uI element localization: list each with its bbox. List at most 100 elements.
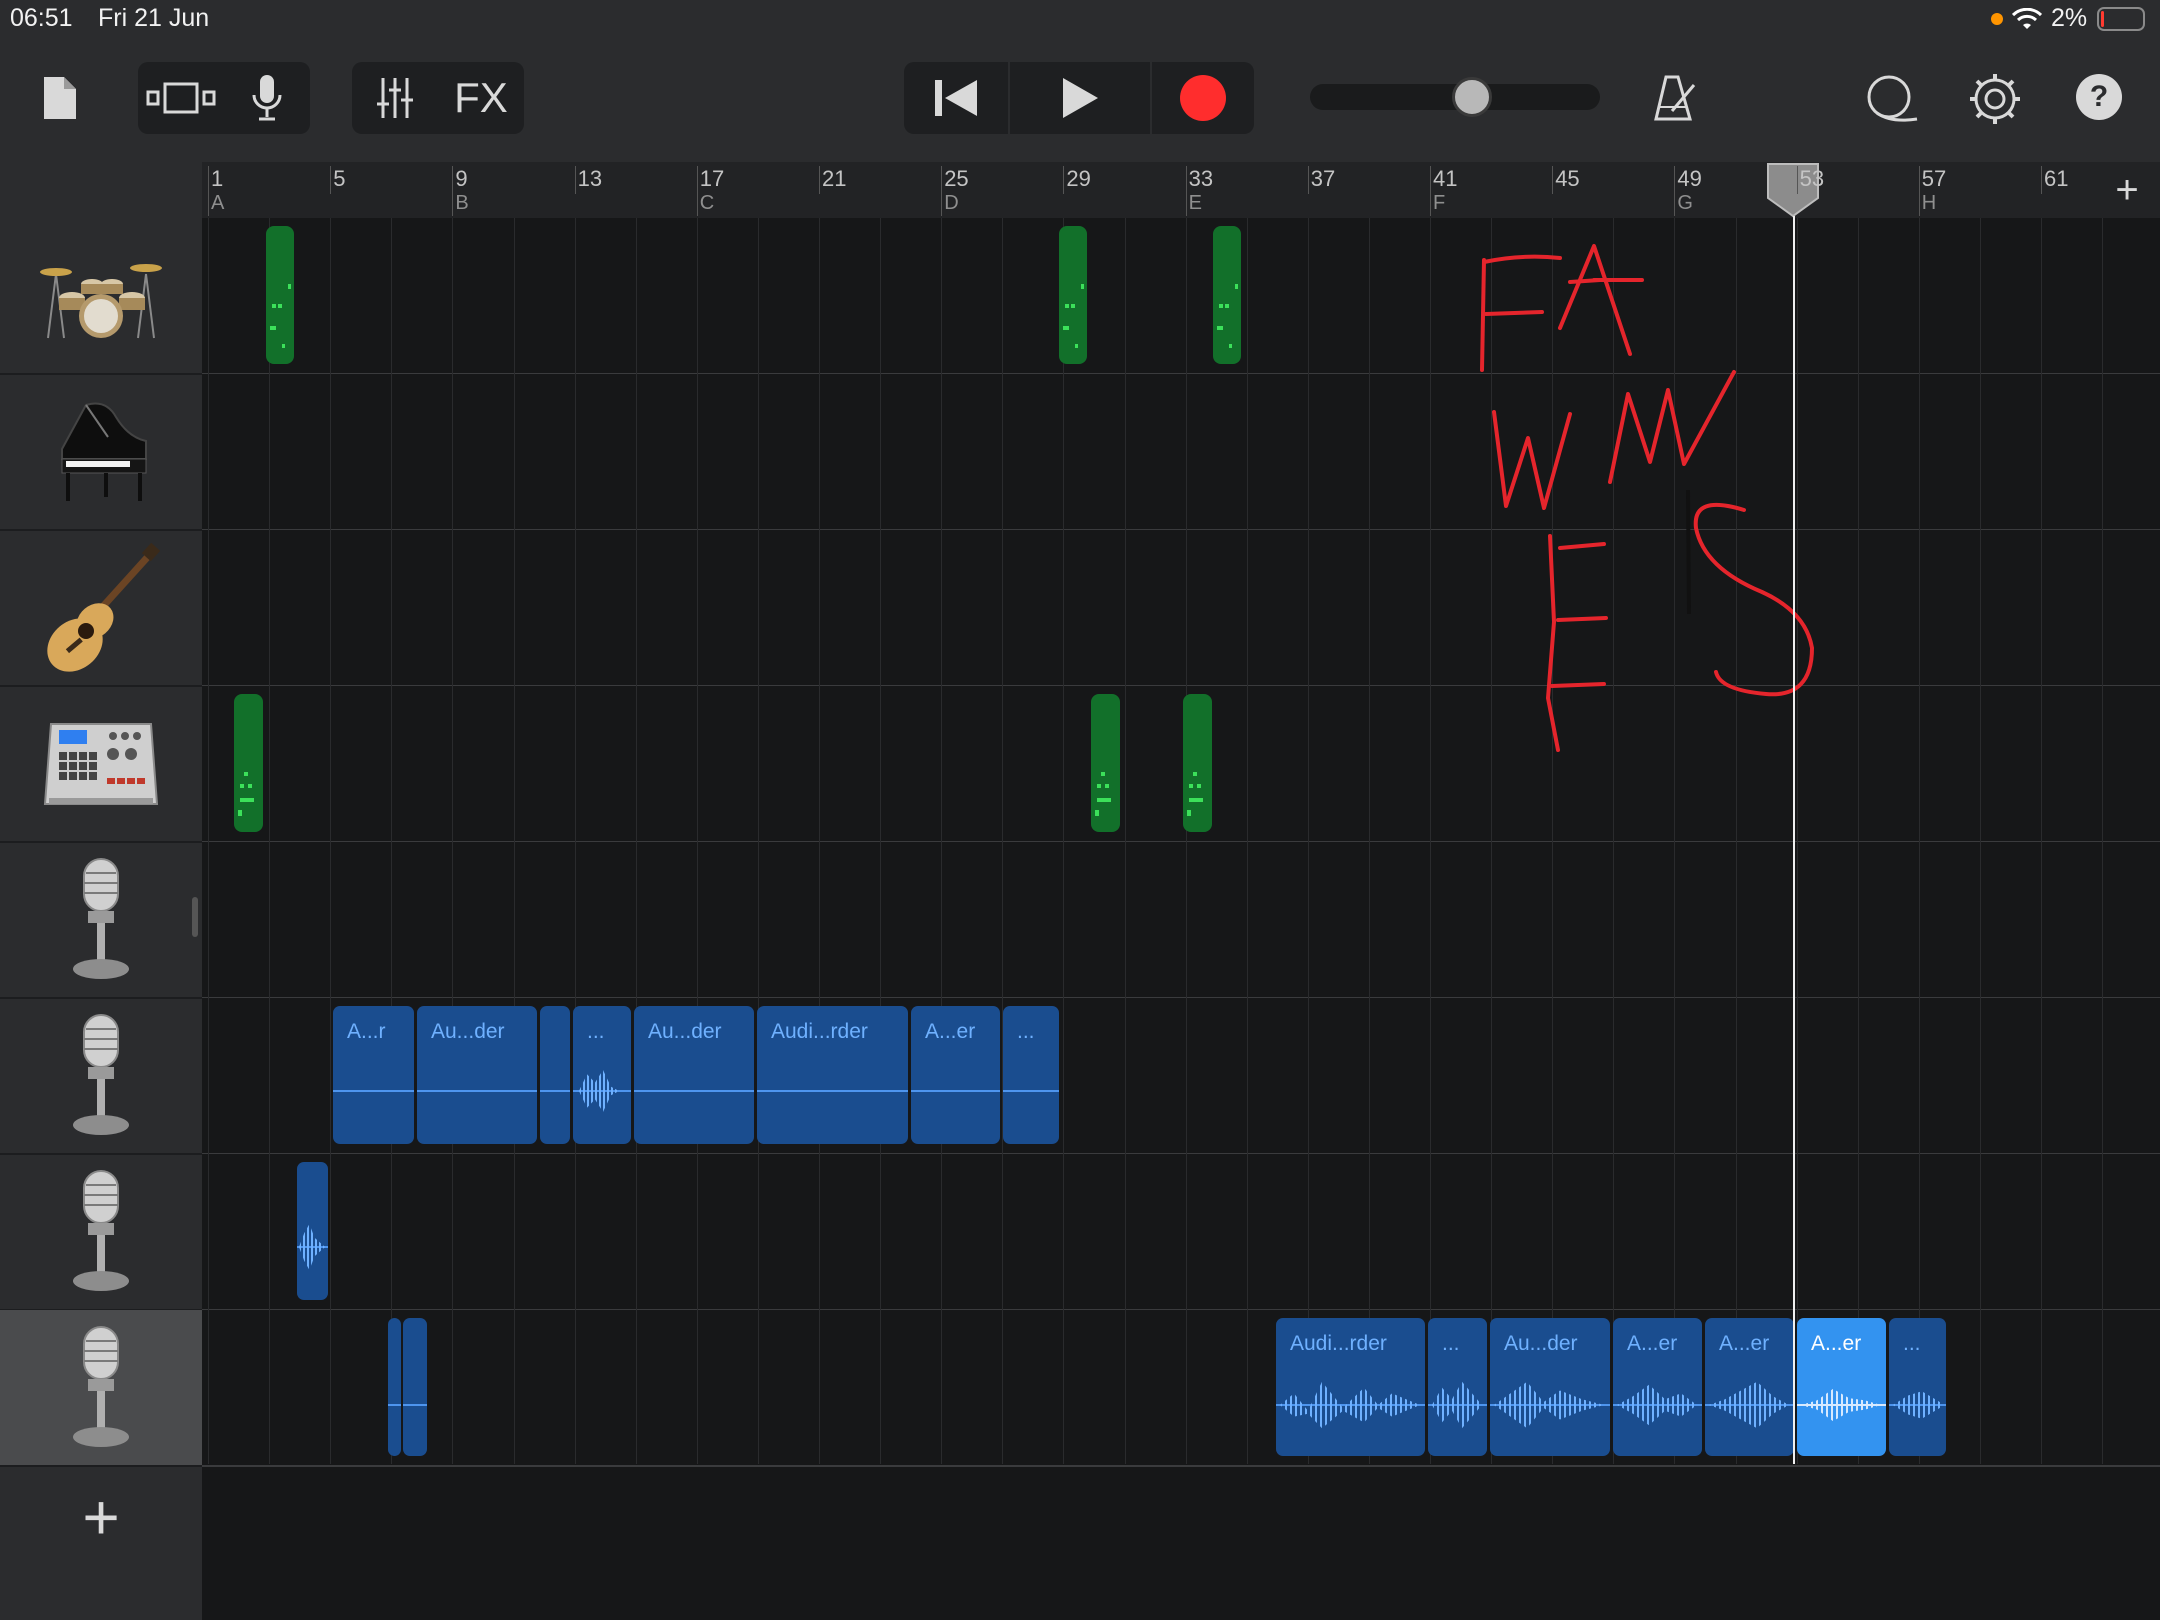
fx-button[interactable]: FX: [438, 62, 524, 134]
audio-region[interactable]: [297, 1162, 328, 1300]
lane-audio-1[interactable]: [202, 842, 2160, 999]
track-header-drums[interactable]: [0, 218, 202, 375]
audio-region[interactable]: A...er: [911, 1006, 1000, 1144]
audio-region[interactable]: Au...der: [1490, 1318, 1610, 1456]
midi-region[interactable]: [266, 226, 294, 364]
track-header-guitar[interactable]: [0, 530, 202, 687]
track-header-audio-1[interactable]: [0, 842, 202, 999]
grid-line: [208, 218, 209, 1464]
ruler-bar-number: 61: [2044, 166, 2069, 191]
audio-region[interactable]: A...er: [1613, 1318, 1702, 1456]
track-header-beat-sequencer[interactable]: [0, 686, 202, 843]
audio-region-selected[interactable]: A...er: [1797, 1318, 1886, 1456]
track-header-audio-3[interactable]: [0, 1154, 202, 1311]
region-label: ...: [1442, 1332, 1460, 1355]
audio-region[interactable]: Au...der: [634, 1006, 754, 1144]
grid-line: [330, 218, 332, 1464]
midi-region[interactable]: [1183, 694, 1212, 832]
volume-slider-knob[interactable]: [1452, 77, 1492, 117]
track-header-audio-4-selected[interactable]: [0, 1310, 202, 1467]
control-bar: FX ?: [0, 40, 2160, 162]
record-button[interactable]: [1152, 62, 1254, 134]
playhead-line[interactable]: [1793, 216, 1795, 1464]
audio-region[interactable]: ...: [1003, 1006, 1059, 1144]
ruler-tick: [1430, 166, 1431, 216]
wifi-icon: [2012, 8, 2042, 29]
audio-region[interactable]: [403, 1318, 427, 1456]
microphone-icon: [73, 1169, 129, 1291]
midi-region[interactable]: [1059, 226, 1087, 364]
grid-line: [880, 218, 882, 1464]
ruler-bar-number: 17: [699, 166, 725, 191]
audio-region[interactable]: ...: [1889, 1318, 1946, 1456]
grid-line: [1185, 218, 1187, 1464]
ruler-bar-number: 49: [1677, 166, 1702, 191]
ruler-bar-number: 41: [1433, 166, 1458, 191]
go-to-beginning-button[interactable]: [904, 62, 1008, 134]
my-songs-button[interactable]: [38, 70, 82, 126]
tracks-view-button[interactable]: [138, 62, 224, 134]
audio-region[interactable]: ...: [573, 1006, 631, 1144]
handwritten-annotation: [1480, 244, 1814, 752]
ruler-tick: [330, 166, 332, 194]
ruler-bar-number: 1: [211, 166, 224, 191]
ruler-section-letter: B: [455, 192, 469, 214]
tracks-area[interactable]: A...r Au...der ... Au...der Audi...rder …: [202, 218, 2160, 1620]
ruler-tick: [208, 166, 209, 216]
grid-line: [757, 218, 759, 1464]
help-button[interactable]: ?: [2076, 74, 2122, 120]
record-icon: [1180, 75, 1226, 121]
play-button[interactable]: [1010, 62, 1150, 134]
grid-line: [452, 218, 454, 1464]
ruler-bar-number: 37: [1310, 166, 1336, 191]
metronome-button[interactable]: [1648, 68, 1702, 128]
loop-browser-button[interactable]: [1862, 70, 1920, 128]
track-header-audio-2[interactable]: [0, 998, 202, 1155]
bar-ruler[interactable]: + 1 A 5 9 B 13 17 C 21 25 D 29 33 E 37 41 F 45 49 G 53 57 H 61: [202, 162, 2160, 218]
ruler-tick: [1063, 166, 1065, 194]
grand-piano-icon: [61, 402, 147, 501]
microphone-button[interactable]: [224, 62, 310, 134]
ruler-bar-number: 57: [1921, 166, 1947, 191]
settings-button[interactable]: [1966, 70, 2024, 128]
ruler-tick: [1185, 166, 1187, 216]
midi-region[interactable]: [1213, 226, 1241, 364]
audio-region[interactable]: Audi...rder: [757, 1006, 908, 1144]
add-track-button[interactable]: +: [0, 1472, 202, 1562]
grid-line: [269, 218, 271, 1464]
track-header-piano[interactable]: [0, 374, 202, 531]
lane-audio-3[interactable]: [202, 1154, 2160, 1311]
grid-line: [1002, 218, 1004, 1464]
audio-region[interactable]: A...er: [1705, 1318, 1794, 1456]
audio-region[interactable]: A...r: [333, 1006, 414, 1144]
midi-region[interactable]: [234, 694, 263, 832]
track-controls-button[interactable]: [352, 62, 438, 134]
midi-region[interactable]: [1091, 694, 1120, 832]
header-resize-handle[interactable]: [192, 897, 198, 937]
audio-region[interactable]: [388, 1318, 401, 1456]
ruler-tick: [696, 166, 698, 216]
master-volume-slider[interactable]: [1310, 77, 1600, 117]
loop-icon: [1867, 75, 1918, 122]
region-label: ...: [587, 1020, 605, 1043]
region-label: A...r: [347, 1020, 386, 1043]
grid-line: [819, 218, 820, 1464]
ruler-tick: [2041, 166, 2042, 194]
region-label: Au...der: [648, 1020, 722, 1043]
audio-region[interactable]: ...: [1428, 1318, 1487, 1456]
add-section-button[interactable]: +: [2102, 168, 2152, 212]
region-label: Audi...rder: [771, 1020, 868, 1043]
status-time: 06:51: [10, 4, 73, 32]
audio-region[interactable]: Audi...rder: [1276, 1318, 1425, 1456]
region-label: A...er: [1811, 1332, 1862, 1355]
ruler-section-letter: D: [944, 192, 959, 214]
region-label: A...er: [925, 1020, 976, 1043]
audio-region[interactable]: Au...der: [417, 1006, 537, 1144]
ruler-tick: [1918, 166, 1920, 216]
document-icon: [44, 77, 76, 119]
region-label: Au...der: [431, 1020, 505, 1043]
grid-line: [1246, 218, 1248, 1464]
mix-group: FX: [352, 62, 524, 134]
audio-region[interactable]: [540, 1006, 570, 1144]
acoustic-guitar-icon: [47, 542, 161, 672]
